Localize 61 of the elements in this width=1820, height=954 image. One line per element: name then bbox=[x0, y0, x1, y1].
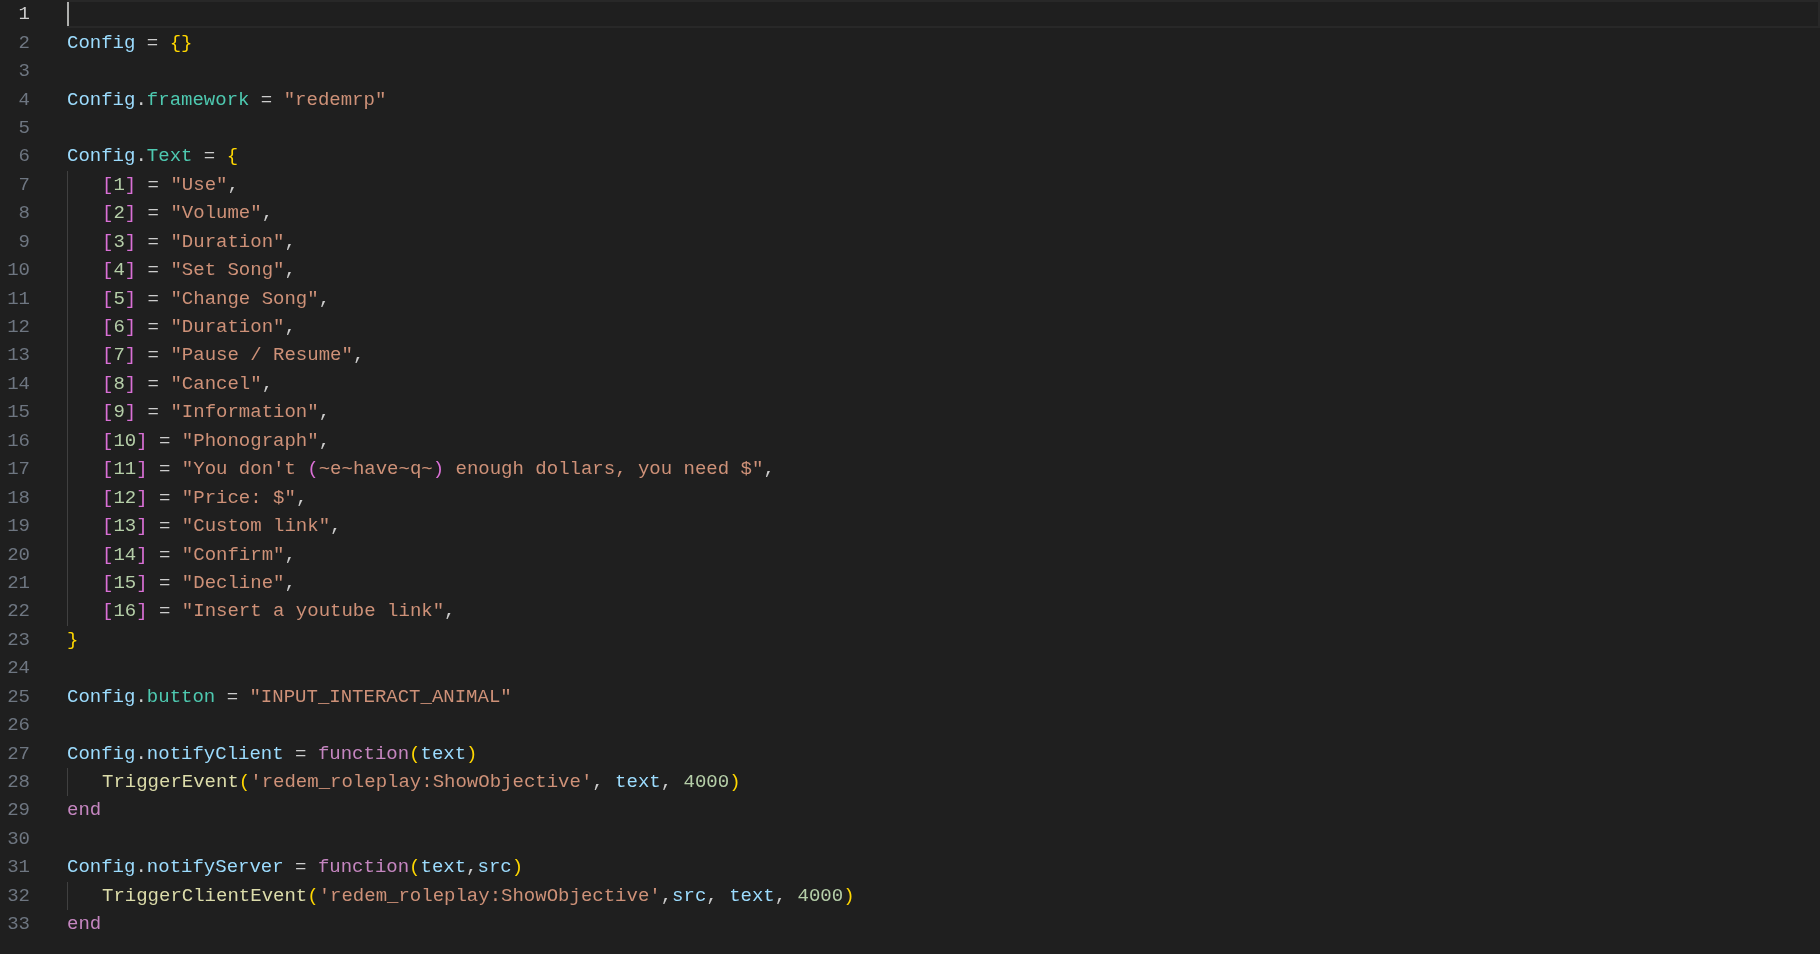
code-line: [3] = "Duration", bbox=[67, 227, 296, 256]
line-number: 16 bbox=[6, 429, 30, 452]
code-line: end bbox=[67, 912, 102, 938]
line-number: 15 bbox=[6, 401, 30, 424]
line-number: 24 bbox=[6, 657, 30, 680]
code-line: Config.notifyClient = function(text) bbox=[67, 741, 478, 767]
line-number: 20 bbox=[6, 543, 30, 566]
code-line: Config.button = "INPUT_INTERACT_ANIMAL" bbox=[67, 684, 512, 710]
line-number: 28 bbox=[6, 771, 30, 794]
line-number: 6 bbox=[17, 145, 30, 168]
line-number: 9 bbox=[17, 230, 30, 253]
line-number: 29 bbox=[6, 799, 30, 822]
line-number: 23 bbox=[6, 628, 30, 651]
code-line: [10] = "Phonograph", bbox=[67, 426, 331, 455]
code-line: [11] = "You don't (~e~have~q~) enough dollars, you need $", bbox=[67, 455, 775, 484]
line-number: 27 bbox=[6, 742, 30, 765]
line-number: 17 bbox=[6, 458, 30, 481]
line-number: 7 bbox=[17, 173, 30, 196]
code-line: [15] = "Decline", bbox=[67, 568, 296, 598]
line-number: 21 bbox=[6, 571, 30, 594]
code-line: [7] = "Pause / Resume", bbox=[67, 341, 365, 370]
code-line: TriggerEvent('redem_roleplay:ShowObjective', text, 4000) bbox=[67, 767, 741, 797]
line-number: 13 bbox=[6, 344, 30, 367]
code-line: [8] = "Cancel", bbox=[67, 369, 274, 399]
code-line: } bbox=[67, 627, 79, 653]
code-line: [14] = "Confirm", bbox=[67, 540, 296, 569]
code-line: [1] = "Use", bbox=[67, 170, 239, 200]
code-line: Config.notifyServer = function(text,src) bbox=[67, 855, 524, 881]
line-number: 4 bbox=[17, 88, 30, 111]
line-number: 30 bbox=[6, 827, 30, 850]
code-line: [16] = "Insert a youtube link", bbox=[67, 597, 456, 626]
line-number: 19 bbox=[6, 515, 30, 538]
code-line: [4] = "Set Song", bbox=[67, 255, 296, 285]
line-number: 33 bbox=[6, 913, 30, 936]
line-number: 2 bbox=[17, 31, 30, 54]
code-line: [12] = "Price: $", bbox=[67, 483, 308, 512]
line-number: 26 bbox=[6, 714, 30, 737]
line-number: 5 bbox=[17, 116, 30, 139]
code-line: TriggerClientEvent('redem_roleplay:ShowObjective',src, text, 4000) bbox=[67, 881, 855, 910]
line-number: 3 bbox=[17, 60, 30, 83]
code-line: Config.framework = "redemrp" bbox=[67, 87, 387, 113]
code-line: end bbox=[67, 798, 102, 824]
code-line: Config.Text = { bbox=[67, 144, 239, 170]
line-number: 25 bbox=[6, 685, 30, 708]
line-number: 14 bbox=[6, 372, 30, 395]
line-number: 31 bbox=[6, 856, 30, 879]
line-number: 10 bbox=[6, 259, 30, 282]
line-number: 1 bbox=[17, 3, 30, 26]
code-line: [5] = "Change Song", bbox=[67, 284, 331, 313]
code-line: [6] = "Duration", bbox=[67, 312, 296, 342]
line-number: 22 bbox=[6, 600, 30, 623]
line-number: 12 bbox=[6, 316, 30, 339]
text-cursor bbox=[67, 2, 69, 27]
code-line: Config = {} bbox=[67, 30, 193, 56]
code-line: [2] = "Volume", bbox=[67, 199, 274, 228]
line-number: 11 bbox=[6, 287, 30, 310]
line-number: 18 bbox=[6, 486, 30, 509]
line-number: 32 bbox=[6, 884, 30, 907]
code-line: [9] = "Information", bbox=[67, 398, 331, 427]
line-number: 8 bbox=[17, 202, 30, 225]
code-line: [13] = "Custom link", bbox=[67, 511, 342, 541]
